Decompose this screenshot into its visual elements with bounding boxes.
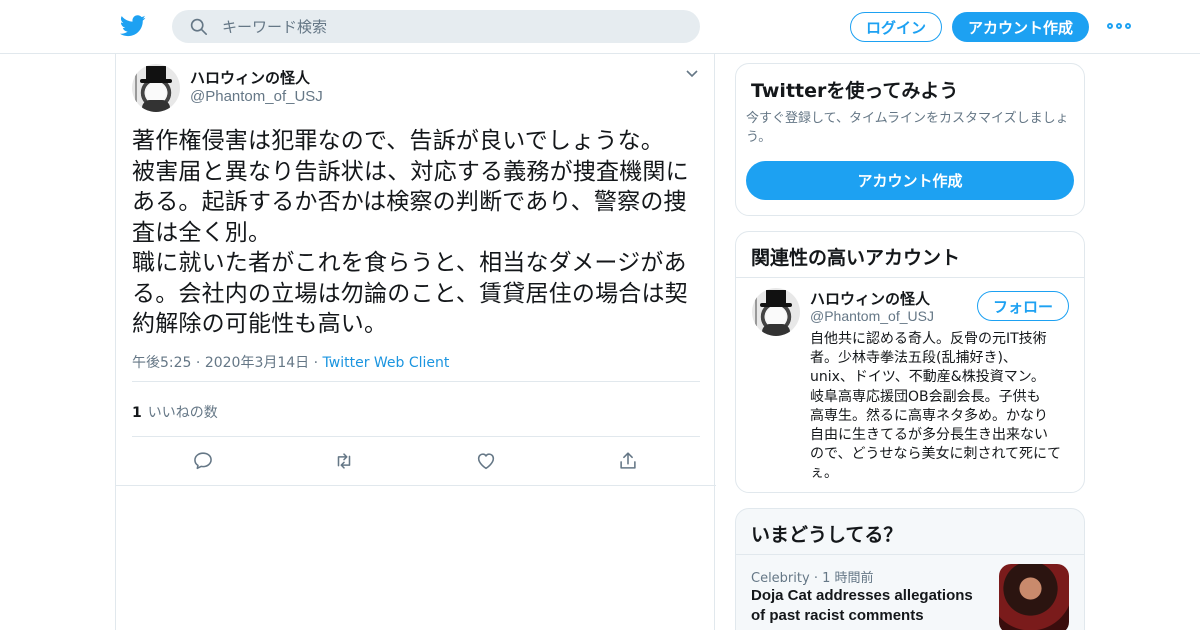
signup-card-title: Twitterを使ってみよう xyxy=(751,80,959,102)
relevant-accounts-title: 関連性の高いアカウント xyxy=(751,247,961,269)
trends-title: いまどうしてる？ xyxy=(751,524,903,546)
tweet-time[interactable]: 午後5:25 xyxy=(132,355,191,371)
tweet-date[interactable]: 2020年3月14日 xyxy=(205,355,309,371)
likes-count: 1 xyxy=(132,405,142,421)
more-options-icon[interactable] xyxy=(1107,20,1131,32)
relevant-accounts-card: 関連性の高いアカウント ハロウィンの怪人 @Phantom_of_USJ フォロ… xyxy=(735,231,1085,493)
tweet-text: 著作権侵害は犯罪なので、告訴が良いでしょうな。 被害届と異なり告訴状は、対応する… xyxy=(132,128,689,337)
likes-label: いいねの数 xyxy=(147,405,218,421)
author-handle[interactable]: @Phantom_of_USJ xyxy=(190,88,323,105)
avatar[interactable] xyxy=(752,288,800,336)
signup-card: Twitterを使ってみよう 今すぐ登録して、タイムラインをカスタマイズしましょ… xyxy=(735,63,1085,216)
account-bio: 自他共に認める奇人。反骨の元IT技術 者。少林寺拳法五段(乱捕好き)、 unix… xyxy=(810,331,1062,482)
author-name[interactable]: ハロウィンの怪人 xyxy=(190,67,310,88)
likes-stat[interactable]: 1 いいねの数 xyxy=(132,402,218,422)
trend-headline[interactable]: Doja Cat addresses allegations of past r… xyxy=(751,586,991,626)
twitter-bird-icon[interactable] xyxy=(120,14,146,38)
tweet-detail: ハロウィンの怪人 @Phantom_of_USJ 著作権侵害は犯罪なので、告訴が… xyxy=(115,54,716,630)
divider xyxy=(132,436,700,437)
reply-icon[interactable] xyxy=(192,450,214,472)
divider xyxy=(132,381,700,382)
avatar[interactable] xyxy=(132,64,180,112)
trend-time: 1 時間前 xyxy=(822,571,874,586)
search-bar[interactable] xyxy=(172,10,700,43)
divider xyxy=(736,277,1084,278)
top-bar: ログイン アカウント作成 xyxy=(0,0,1200,54)
divider xyxy=(736,554,1084,555)
signup-card-button[interactable]: アカウント作成 xyxy=(746,161,1074,200)
search-input[interactable] xyxy=(222,10,682,43)
trend-category: Celebrity xyxy=(751,571,810,586)
trends-card: いまどうしてる？ Celebrity · 1 時間前 Doja Cat addr… xyxy=(735,508,1085,630)
signup-card-description: 今すぐ登録して、タイムラインをカスタマイズしましょう。 xyxy=(746,111,1069,145)
account-handle[interactable]: @Phantom_of_USJ xyxy=(810,308,934,324)
chevron-down-icon[interactable] xyxy=(686,70,698,78)
share-icon[interactable] xyxy=(617,450,639,472)
retweet-icon[interactable] xyxy=(333,450,355,472)
divider xyxy=(116,485,716,486)
trend-thumbnail[interactable] xyxy=(999,564,1069,630)
signup-button[interactable]: アカウント作成 xyxy=(952,12,1089,42)
follow-button[interactable]: フォロー xyxy=(977,291,1069,321)
search-icon xyxy=(190,18,208,36)
trend-meta: Celebrity · 1 時間前 xyxy=(751,571,874,586)
account-name[interactable]: ハロウィンの怪人 xyxy=(810,288,930,309)
tweet-client-link[interactable]: Twitter Web Client xyxy=(323,355,450,371)
tweet-meta: 午後5:25 · 2020年3月14日 · Twitter Web Client xyxy=(132,355,450,371)
login-button[interactable]: ログイン xyxy=(850,12,942,42)
heart-icon[interactable] xyxy=(475,450,497,472)
